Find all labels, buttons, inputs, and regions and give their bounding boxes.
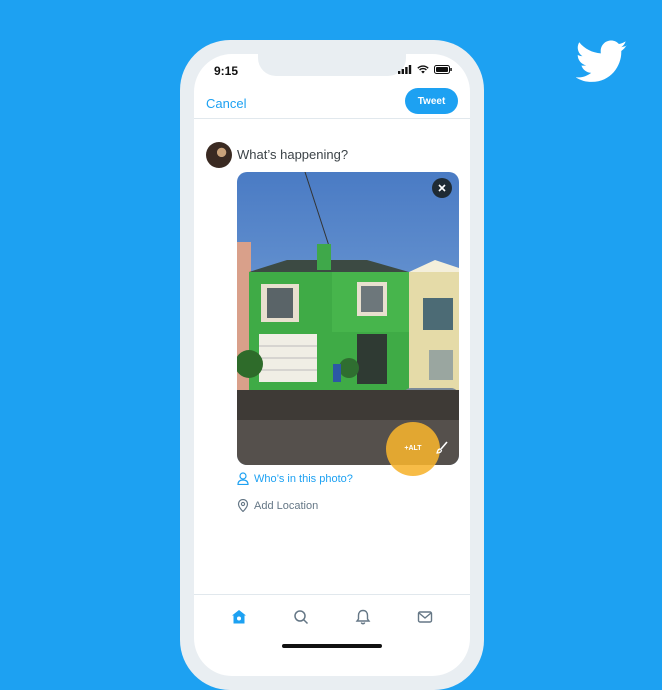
edit-photo-button[interactable] (434, 440, 450, 456)
attached-photo[interactable] (237, 172, 459, 465)
phone-notch (258, 54, 406, 76)
tweet-button[interactable]: Tweet (405, 88, 458, 114)
twitter-logo-icon (576, 40, 628, 82)
compose-input[interactable]: What’s happening? (237, 147, 348, 162)
phone-screen: 9:15 Cancel Tweet What’s happening? +ALT… (194, 54, 470, 676)
avatar[interactable] (206, 142, 232, 168)
close-icon (438, 184, 446, 192)
bottom-tab-bar (194, 602, 470, 632)
person-icon (237, 472, 249, 485)
tab-notifications[interactable] (352, 606, 374, 628)
wifi-icon (417, 65, 429, 74)
header-divider (194, 118, 470, 119)
add-location-row[interactable]: Add Location (237, 499, 318, 512)
messages-icon (417, 611, 433, 623)
phone-frame: 9:15 Cancel Tweet What’s happening? +ALT… (180, 40, 484, 690)
house-photo-image (237, 172, 459, 465)
paintbrush-icon (436, 441, 448, 454)
status-time: 9:15 (214, 64, 239, 78)
tab-messages[interactable] (414, 606, 436, 628)
add-alt-text-button[interactable]: +ALT (398, 440, 428, 456)
tab-search[interactable] (290, 606, 312, 628)
add-location-label: Add Location (254, 499, 319, 512)
tab-home[interactable] (228, 606, 250, 628)
compose-header: Cancel Tweet (194, 88, 470, 118)
remove-photo-button[interactable] (432, 178, 452, 198)
cellular-signal-icon (398, 65, 412, 74)
tag-people-label: Who’s in this photo? (254, 472, 353, 485)
home-icon (232, 610, 246, 624)
search-icon (294, 610, 309, 625)
cancel-button[interactable]: Cancel (206, 96, 246, 111)
home-indicator[interactable] (282, 644, 382, 648)
battery-icon (434, 65, 452, 74)
tag-people-row[interactable]: Who’s in this photo? (237, 472, 353, 485)
notifications-icon (355, 609, 371, 625)
status-icons (398, 65, 452, 74)
location-pin-icon (237, 499, 249, 512)
tabbar-divider (194, 594, 470, 595)
